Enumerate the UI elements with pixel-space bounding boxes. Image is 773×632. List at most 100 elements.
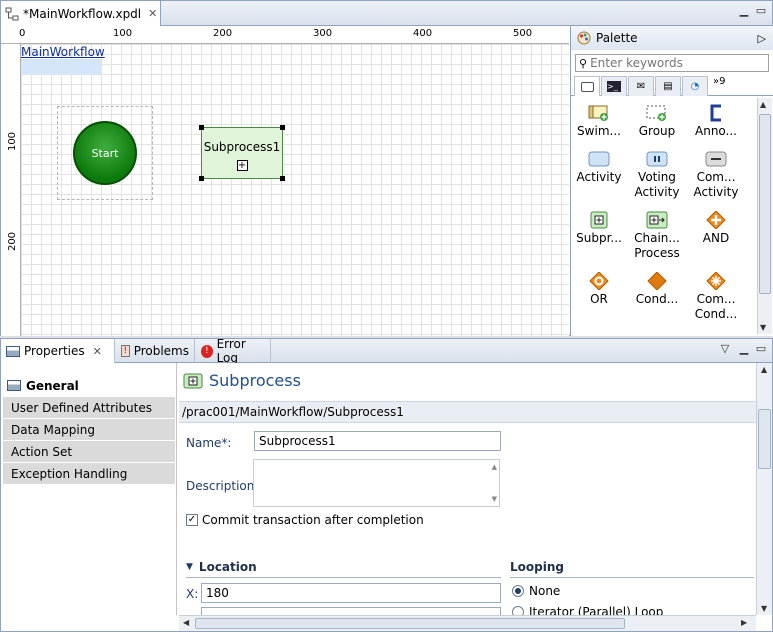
x-coordinate-field[interactable] — [201, 583, 501, 603]
close-icon[interactable]: ✕ — [93, 345, 102, 358]
sidebar-item-exception-handling[interactable]: Exception Handling — [3, 463, 175, 485]
tab-label: Properties — [24, 344, 85, 358]
view-menu-icon[interactable]: ▽ — [719, 343, 731, 355]
tab-error-log[interactable]: ! Error Log — [196, 337, 271, 365]
palette-item-label: Com... Cond... — [694, 292, 738, 321]
commit-transaction-option[interactable]: ✓ Commit transaction after completion — [186, 513, 424, 527]
palette-tab-shapes[interactable] — [574, 76, 600, 96]
palette-item-voting-activity[interactable]: Voting Activity — [627, 150, 687, 200]
chevron-right-icon[interactable]: ▷ — [758, 32, 766, 45]
properties-view: Properties ✕ ! Problems ! Error Log ▽ ▁ … — [0, 337, 773, 632]
palette-tab-messages[interactable]: ✉ — [628, 76, 654, 96]
scrollbar-thumb[interactable] — [195, 618, 625, 629]
scroll-right-icon[interactable]: ▶ — [741, 618, 747, 627]
palette-item-swimlane[interactable]: Swim... — [571, 104, 629, 139]
editor-tab-mainworkflow[interactable]: *MainWorkflow.xpdl ✕ — [1, 1, 161, 26]
palette-item-label: Cond... — [635, 292, 679, 306]
palette-tab-documents[interactable]: ▤ — [655, 76, 681, 96]
looping-none-radio[interactable] — [512, 585, 524, 597]
palette-tab-timers[interactable]: ◔ — [682, 76, 708, 96]
scroll-down-icon[interactable]: ▼ — [761, 604, 767, 613]
maximize-icon[interactable]: ▭ — [755, 5, 767, 17]
palette-header: Palette ▷ — [571, 26, 773, 50]
commit-transaction-checkbox[interactable]: ✓ — [186, 514, 198, 526]
pool-label[interactable]: MainWorkflow — [21, 45, 105, 59]
scroll-up-icon[interactable]: ▲ — [761, 365, 767, 374]
scroll-up-icon[interactable]: ▲ — [760, 100, 766, 109]
properties-horizontal-scrollbar[interactable]: ◀ ▶ — [179, 615, 756, 631]
ruler-tick: 300 — [313, 28, 333, 39]
location-section-header[interactable]: ▼ Location — [186, 560, 257, 574]
palette-search-input[interactable] — [590, 56, 761, 70]
close-icon[interactable]: ✕ — [148, 7, 157, 20]
palette-item-activity[interactable]: Activity — [571, 150, 629, 185]
palette-tab-script[interactable]: >_ — [601, 76, 627, 96]
properties-detail: Subprocess /prac001/MainWorkflow/Subproc… — [179, 363, 756, 615]
selection-handle[interactable] — [199, 125, 204, 130]
selection-handle[interactable] — [199, 176, 204, 181]
description-field[interactable]: ▲ ▼ — [253, 459, 500, 507]
scroll-down-icon[interactable]: ▼ — [760, 323, 766, 332]
sidebar-item-action-set[interactable]: Action Set — [3, 441, 175, 463]
palette-panel: Palette ▷ ⚲ >_ ✉ ▤ ◔ »9 Swim... Group — [570, 26, 773, 336]
section-title: Subprocess — [183, 371, 301, 390]
scrollbar-thumb[interactable] — [758, 409, 771, 469]
description-label: Description: — [186, 479, 259, 493]
selection-handle[interactable] — [280, 125, 285, 130]
looping-iterator-radio[interactable] — [512, 606, 524, 615]
sidebar-item-data-mapping[interactable]: Data Mapping — [3, 419, 175, 441]
more-tabs-icon[interactable]: »9 — [709, 76, 726, 95]
group-icon — [646, 104, 668, 122]
scrollbar-thumb[interactable] — [759, 114, 771, 294]
looping-iterator-option[interactable]: Iterator (Parallel) Loop — [512, 605, 663, 615]
sidebar-item-general[interactable]: General — [3, 375, 175, 397]
looping-none-option[interactable]: None — [512, 584, 560, 598]
or-gateway-icon — [588, 272, 610, 290]
diagram-canvas[interactable]: 0 100 200 300 400 500 100 200 MainWorkfl… — [1, 26, 569, 336]
palette-item-compensation-activity[interactable]: Com... Activity — [686, 150, 746, 200]
palette-item-or-gateway[interactable]: OR — [571, 272, 629, 307]
minimize-icon[interactable]: ▁ — [738, 5, 750, 17]
annotation-icon — [705, 104, 727, 122]
section-divider — [510, 577, 754, 578]
properties-icon — [6, 345, 20, 357]
start-event[interactable]: Start — [73, 121, 137, 185]
palette-item-complex-gateway[interactable]: Com... Cond... — [686, 272, 746, 322]
activity-icon — [588, 150, 610, 168]
editor-tab-bar: *MainWorkflow.xpdl ✕ ▁ ▭ — [1, 1, 772, 26]
y-coordinate-field[interactable] — [201, 607, 501, 615]
minimize-icon[interactable]: ▁ — [738, 343, 750, 355]
palette-item-group[interactable]: Group — [627, 104, 687, 139]
palette-item-annotation[interactable]: Anno... — [686, 104, 746, 139]
palette-item-subprocess[interactable]: Subpr... — [571, 211, 629, 246]
selection-handle[interactable] — [280, 176, 285, 181]
scroll-down-icon[interactable]: ▼ — [492, 495, 497, 503]
properties-sidebar: General User Defined Attributes Data Map… — [1, 363, 177, 615]
sidebar-item-user-defined-attributes[interactable]: User Defined Attributes — [3, 397, 175, 419]
tab-label: Problems — [133, 344, 189, 358]
palette-scrollbar[interactable]: ▲ ▼ — [757, 98, 772, 334]
name-field[interactable] — [254, 431, 501, 451]
expand-icon[interactable]: + — [236, 160, 248, 171]
palette-item-chained-process[interactable]: Chain... Process — [627, 211, 687, 261]
clock-icon: ◔ — [690, 81, 700, 92]
properties-vertical-scrollbar[interactable]: ▲ ▼ — [756, 363, 772, 615]
subprocess-node[interactable]: Subprocess1 + — [201, 127, 283, 179]
scroll-left-icon[interactable]: ◀ — [183, 618, 189, 627]
tab-properties[interactable]: Properties ✕ — [1, 339, 115, 363]
name-label: Name*: — [186, 436, 232, 450]
ruler-tick: 500 — [513, 28, 533, 39]
palette-item-label: OR — [590, 292, 608, 306]
and-gateway-icon — [705, 211, 727, 229]
palette-item-and-gateway[interactable]: AND — [686, 211, 746, 246]
palette-item-label: Subpr... — [576, 231, 622, 245]
palette-item-conditional-gateway[interactable]: Cond... — [627, 272, 687, 307]
scroll-up-icon[interactable]: ▲ — [492, 463, 497, 471]
maximize-icon[interactable]: ▭ — [755, 343, 767, 355]
conditional-gateway-icon — [646, 272, 668, 290]
tab-problems[interactable]: ! Problems — [116, 339, 195, 363]
chained-process-icon — [646, 211, 668, 229]
more-tabs-count: 9 — [719, 76, 726, 87]
problems-icon: ! — [121, 345, 130, 357]
palette-search[interactable]: ⚲ — [575, 54, 769, 72]
